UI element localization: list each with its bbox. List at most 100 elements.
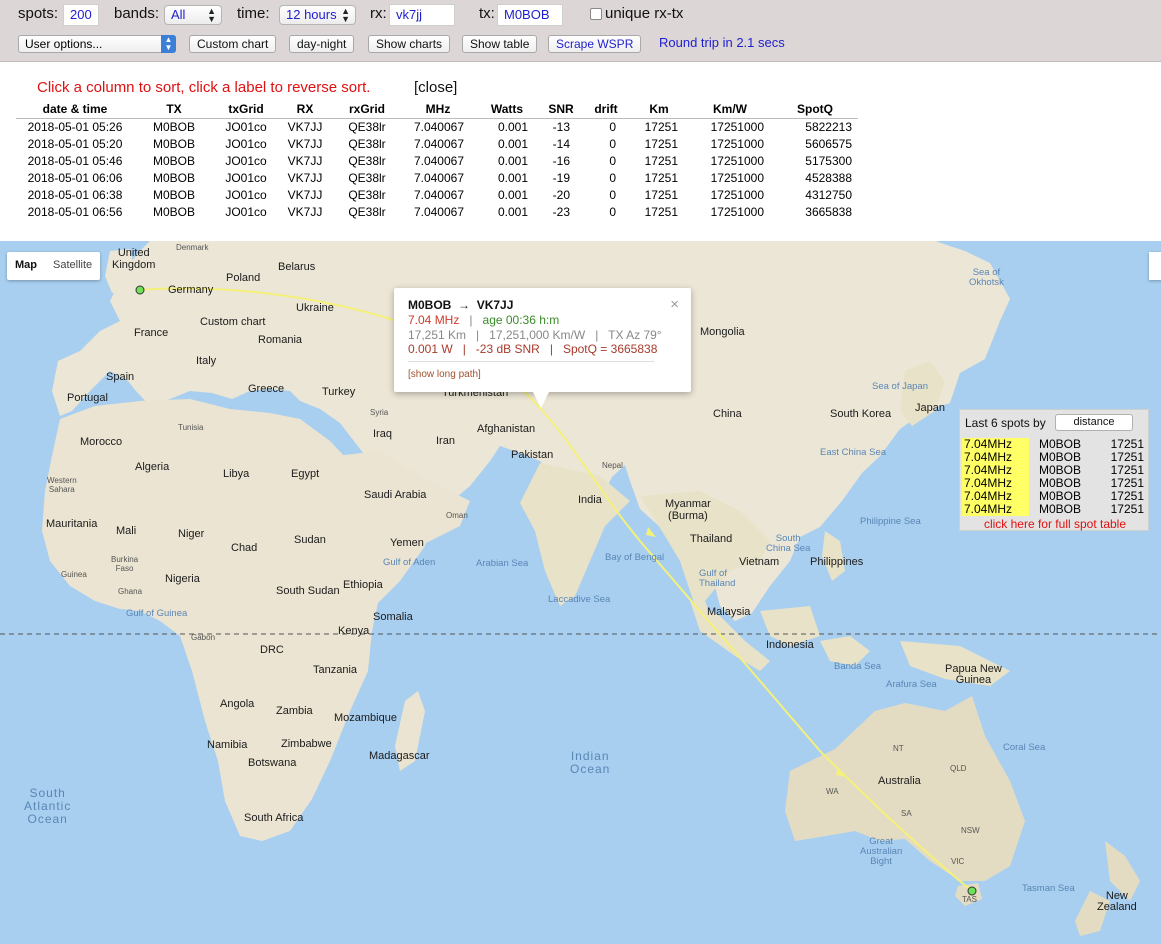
col-header-spotq[interactable]: SpotQ (772, 100, 858, 119)
unique-label: unique rx-tx (605, 5, 684, 22)
table-header-row: date & time TX txGrid RX rxGrid MHz Watt… (16, 100, 858, 119)
label-namibia: Namibia (207, 739, 248, 751)
tx-input[interactable]: M0BOB (497, 4, 563, 26)
cell-rx: VK7JJ (287, 119, 323, 134)
cell-datetime: 2018-05-01 06:06 (27, 170, 123, 185)
show-charts-button[interactable]: Show charts (368, 35, 451, 53)
col-header-watts[interactable]: Watts (474, 100, 540, 119)
label-indonesia: Indonesia (766, 639, 814, 651)
india-land (520, 463, 630, 606)
label-france: France (134, 327, 169, 339)
close-table-link[interactable]: [close] (414, 79, 457, 96)
full-spot-table-link[interactable]: click here for full spot table (960, 517, 1150, 531)
last-spot-call: M0BOB (1039, 502, 1082, 516)
cell-spotq: 5822213 (805, 119, 852, 134)
col-header-km[interactable]: Km (630, 100, 688, 119)
label-libya: Libya (223, 468, 250, 480)
cell-drift: 0 (609, 204, 616, 219)
label-philippine-sea: Philippine Sea (860, 516, 921, 527)
cell-rx: VK7JJ (287, 187, 323, 202)
tx-marker-icon (135, 285, 145, 295)
label-australia: Australia (878, 775, 921, 787)
label-png: Papua New Guinea (945, 663, 1002, 686)
table-row: 2018-05-01 05:20 M0BOB JO01co VK7JJ QE38lr 7.… (16, 135, 858, 152)
info-age: age 00:36 h:m (482, 313, 560, 327)
label-oman: Oman (446, 511, 468, 520)
day-night-button[interactable]: day-night (289, 35, 355, 53)
label-gulf-of-thailand: Gulf of Thailand (699, 568, 736, 589)
show-long-path-link[interactable]: [show long path] (408, 369, 481, 380)
map-type-map-button[interactable]: Map (7, 252, 45, 280)
label-sea-of-japan: Sea of Japan (872, 381, 928, 392)
label-egypt: Egypt (291, 468, 320, 480)
label-saudi: Saudi Arabia (364, 489, 427, 501)
cell-mhz: 7.040067 (413, 119, 464, 134)
select-arrows-icon: ▲ ▼ (207, 6, 216, 24)
label-east-china-sea: East China Sea (820, 447, 887, 458)
label-iraq: Iraq (373, 428, 392, 440)
col-header-txgrid[interactable]: txGrid (214, 100, 278, 119)
label-nt: NT (893, 744, 904, 753)
fullscreen-icon[interactable] (1149, 252, 1161, 280)
info-title-tx: M0BOB (408, 298, 452, 312)
close-icon[interactable]: × (670, 296, 679, 313)
cell-km: 17251 (644, 170, 678, 185)
last-spots-sort-select[interactable]: distance (1055, 414, 1133, 431)
cell-datetime: 2018-05-01 05:20 (27, 136, 123, 151)
spots-input[interactable]: 200 (63, 4, 99, 26)
label-arabian-sea: Arabian Sea (476, 558, 529, 569)
col-header-snr[interactable]: SNR (540, 100, 582, 119)
col-header-tx[interactable]: TX (134, 100, 214, 119)
unique-checkbox[interactable] (590, 8, 602, 20)
label-gulf-of-aden: Gulf of Aden (383, 557, 436, 568)
cell-rx: VK7JJ (287, 136, 323, 151)
sort-hint: Click a column to sort, click a label to… (37, 79, 371, 96)
cell-watts: 0.001 (497, 136, 528, 151)
controls-bar: spots: 200 bands: All ▲ ▼ time: 12 hours … (0, 0, 1161, 62)
label-myanmar: Myanmar (Burma) (665, 498, 711, 522)
newzealand-land (1075, 841, 1140, 936)
label-afghanistan: Afghanistan (477, 423, 536, 435)
custom-chart-button[interactable]: Custom chart (189, 35, 277, 53)
cell-spotq: 5606575 (805, 136, 852, 151)
col-header-datetime[interactable]: date & time (16, 100, 134, 119)
label-spain: Spain (106, 371, 135, 383)
cell-tx: M0BOB (152, 153, 195, 168)
cell-rxgrid: QE38lr (348, 153, 386, 168)
label-tanzania: Tanzania (313, 664, 358, 676)
map-view[interactable]: United Kingdom Denmark Belarus Poland Ge… (0, 241, 1161, 944)
cell-snr: -13 (552, 119, 570, 134)
show-table-button[interactable]: Show table (462, 35, 538, 53)
label-tunisia: Tunisia (178, 423, 204, 432)
rx-input[interactable]: vk7jj (389, 4, 455, 26)
time-select[interactable]: 12 hours ▲ ▼ (279, 5, 356, 25)
col-header-mhz[interactable]: MHz (402, 100, 474, 119)
scrape-wspr-button[interactable]: Scrape WSPR (548, 35, 642, 53)
label-mali: Mali (116, 525, 137, 537)
table-row: 2018-05-01 05:26 M0BOB JO01co VK7JJ QE38lr 7.… (16, 118, 858, 135)
cell-datetime: 2018-05-01 06:38 (27, 187, 123, 202)
map-type-satellite-button[interactable]: Satellite (45, 252, 100, 280)
label-denmark: Denmark (176, 243, 209, 252)
tx-label: tx: (479, 5, 495, 22)
info-freq: 7.04 MHz (408, 313, 460, 327)
label-gabon: Gabon (191, 633, 216, 642)
col-header-kmw[interactable]: Km/W (688, 100, 772, 119)
bands-select[interactable]: All ▲ ▼ (164, 5, 222, 25)
cell-kmw: 17251000 (710, 119, 764, 134)
label-mozambique: Mozambique (334, 712, 397, 724)
list-item[interactable]: 7.04MHz M0BOB 17251 (962, 503, 1148, 516)
label-laccadive: Laccadive Sea (548, 594, 611, 605)
user-options-select[interactable]: User options... ▲ ▼ (18, 35, 176, 53)
label-sa: SA (901, 809, 912, 818)
label-uk: United Kingdom (112, 247, 156, 271)
table-row: 2018-05-01 06:56 M0BOB JO01co VK7JJ QE38lr 7.… (16, 203, 858, 220)
col-header-drift[interactable]: drift (582, 100, 630, 119)
info-title: M0BOB → VK7JJ (408, 298, 513, 312)
cell-tx: M0BOB (152, 204, 195, 219)
info-divider (408, 361, 654, 362)
col-header-rx[interactable]: RX (278, 100, 332, 119)
col-header-rxgrid[interactable]: rxGrid (332, 100, 402, 119)
label-qld: QLD (950, 764, 967, 773)
cell-drift: 0 (609, 153, 616, 168)
